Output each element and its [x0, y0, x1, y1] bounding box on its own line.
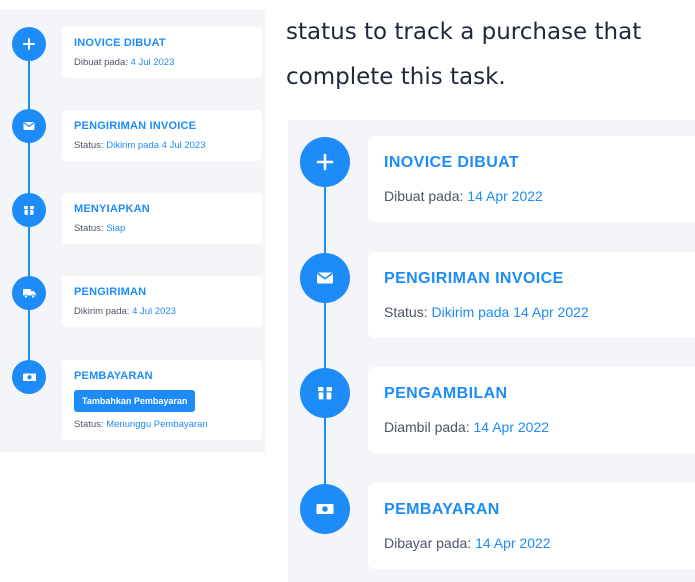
- step-title: PENGIRIMAN INVOICE: [384, 270, 564, 287]
- left-step-4-marker: [12, 276, 46, 310]
- plus-icon: [23, 38, 35, 50]
- step-value: 14 Apr 2022: [473, 419, 550, 435]
- right-step-1-card: INOVICE DIBUAT Dibuat pada: 14 Apr 2022: [368, 136, 695, 222]
- right-step-2-card: PENGIRIMAN INVOICE Status: Dikirim pada …: [368, 252, 695, 338]
- step-label: Status:: [74, 140, 104, 151]
- left-step-3-card: MENYIAPKAN Status: Siap: [62, 193, 262, 244]
- step-label: Dibuat pada:: [384, 188, 464, 204]
- instruction-line-1: status to track a purchase that: [286, 19, 642, 45]
- right-step-4-card: PEMBAYARAN Dibayar pada: 14 Apr 2022: [368, 483, 695, 569]
- step-value: Menunggu Pembayaran: [106, 419, 208, 430]
- step-label: Dibuat pada:: [74, 57, 128, 68]
- package-icon: [318, 387, 332, 400]
- step-label: Status:: [384, 304, 428, 320]
- right-step-3-card: PENGAMBILAN Diambil pada: 14 Apr 2022: [368, 367, 695, 453]
- step-detail: Dibayar pada: 14 Apr 2022: [384, 535, 679, 551]
- step-title: PEMBAYARAN: [74, 370, 153, 382]
- step-label: Dikirim pada:: [74, 306, 130, 317]
- money-icon: [316, 504, 334, 514]
- step-title: PEMBAYARAN: [384, 501, 500, 518]
- step-value: Dikirim pada 14 Apr 2022: [431, 304, 589, 320]
- step-detail: Dibuat pada: 14 Apr 2022: [384, 188, 679, 204]
- step-value: 4 Jul 2023: [130, 57, 175, 68]
- step-detail: Status: Menunggu Pembayaran: [74, 419, 250, 430]
- step-value: Siap: [106, 223, 126, 234]
- step-title: PENGAMBILAN: [384, 385, 508, 402]
- left-step-5-marker: [12, 360, 46, 394]
- instruction-text: status to track a purchase that complete…: [286, 10, 695, 100]
- step-label: Dibayar pada:: [384, 535, 472, 551]
- step-detail: Status: Dikirim pada 14 Apr 2022: [384, 304, 679, 320]
- right-step-2-marker: [300, 253, 350, 303]
- step-label: Diambil pada:: [384, 419, 470, 435]
- truck-icon: [22, 289, 36, 299]
- left-step-5-card: PEMBAYARAN Tambahkan Pembayaran Status: …: [62, 360, 262, 440]
- step-title: MENYIAPKAN: [74, 203, 150, 215]
- step-detail: Dikirim pada: 4 Jul 2023: [74, 306, 250, 317]
- right-step-4-marker: [300, 484, 350, 534]
- step-detail: Status: Dikirim pada 4 Jul 2023: [74, 140, 250, 151]
- envelope-icon: [23, 122, 35, 130]
- left-step-2-card: PENGIRIMAN INVOICE Status: Dikirim pada …: [62, 110, 262, 161]
- step-title: PENGIRIMAN INVOICE: [74, 120, 197, 132]
- step-detail: Diambil pada: 14 Apr 2022: [384, 419, 679, 435]
- right-timeline-line: [324, 162, 326, 518]
- left-step-1-card: INOVICE DIBUAT Dibuat pada: 4 Jul 2023: [62, 27, 262, 78]
- step-label: Status:: [74, 223, 104, 234]
- right-step-3-marker: [300, 368, 350, 418]
- package-icon: [24, 206, 34, 215]
- step-title: INOVICE DIBUAT: [74, 37, 166, 49]
- step-value: 14 Apr 2022: [475, 535, 551, 551]
- instruction-line-2: complete this task.: [286, 64, 506, 90]
- step-value: 4 Jul 2023: [132, 306, 176, 317]
- left-step-2-marker: [12, 109, 46, 143]
- step-value: 14 Apr 2022: [467, 188, 543, 204]
- envelope-icon: [317, 272, 333, 284]
- right-step-1-marker: [300, 137, 350, 187]
- left-step-3-marker: [12, 193, 46, 227]
- step-title: INOVICE DIBUAT: [384, 154, 520, 171]
- step-detail: Status: Siap: [74, 223, 250, 234]
- left-step-4-card: PENGIRIMAN Dikirim pada: 4 Jul 2023: [62, 276, 262, 327]
- step-label: Status:: [74, 419, 104, 430]
- money-icon: [22, 373, 36, 381]
- plus-icon: [316, 153, 334, 171]
- add-payment-button[interactable]: Tambahkan Pembayaran: [74, 390, 196, 412]
- step-title: PENGIRIMAN: [74, 286, 147, 298]
- left-step-1-marker: [12, 27, 46, 61]
- step-value: Dikirim pada 4 Jul 2023: [106, 140, 206, 151]
- step-detail: Dibuat pada: 4 Jul 2023: [74, 57, 250, 68]
